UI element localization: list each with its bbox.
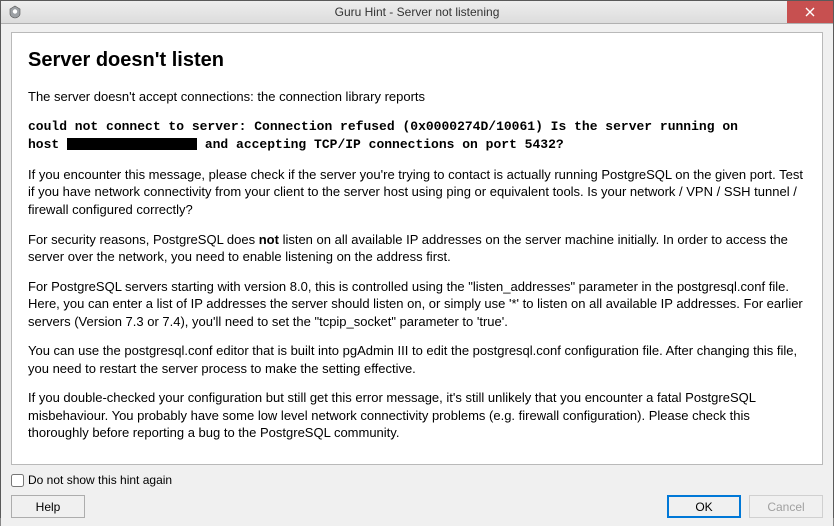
paragraph-troubleshoot: If you double-checked your configuration… (28, 389, 806, 442)
paragraph-check: If you encounter this message, please ch… (28, 166, 806, 219)
intro-text: The server doesn't accept connections: t… (28, 88, 806, 106)
dialog-window: Guru Hint - Server not listening Server … (0, 0, 834, 518)
window-title: Guru Hint - Server not listening (335, 5, 500, 19)
close-button[interactable] (787, 1, 833, 23)
titlebar: Guru Hint - Server not listening (1, 1, 833, 24)
suppress-hint-checkbox-row[interactable]: Do not show this hint again (11, 473, 823, 487)
client-area: Server doesn't listen The server doesn't… (1, 24, 833, 526)
suppress-hint-checkbox[interactable] (11, 474, 24, 487)
cancel-button: Cancel (749, 495, 823, 518)
button-row: Help OK Cancel (11, 495, 823, 518)
content-frame: Server doesn't listen The server doesn't… (11, 32, 823, 465)
paragraph-listen-addresses: For PostgreSQL servers starting with ver… (28, 278, 806, 331)
page-heading: Server doesn't listen (28, 47, 806, 74)
close-icon (805, 7, 815, 17)
error-message: could not connect to server: Connection … (28, 118, 806, 154)
paragraph-security: For security reasons, PostgreSQL does no… (28, 231, 806, 266)
footer: Do not show this hint again Help OK Canc… (11, 465, 823, 518)
paragraph-editor: You can use the postgresql.conf editor t… (28, 342, 806, 377)
ok-button[interactable]: OK (667, 495, 741, 518)
content-scroll[interactable]: Server doesn't listen The server doesn't… (12, 33, 822, 464)
suppress-hint-label: Do not show this hint again (28, 473, 172, 487)
redacted-host (67, 138, 197, 150)
app-icon (7, 4, 23, 20)
help-button[interactable]: Help (11, 495, 85, 518)
